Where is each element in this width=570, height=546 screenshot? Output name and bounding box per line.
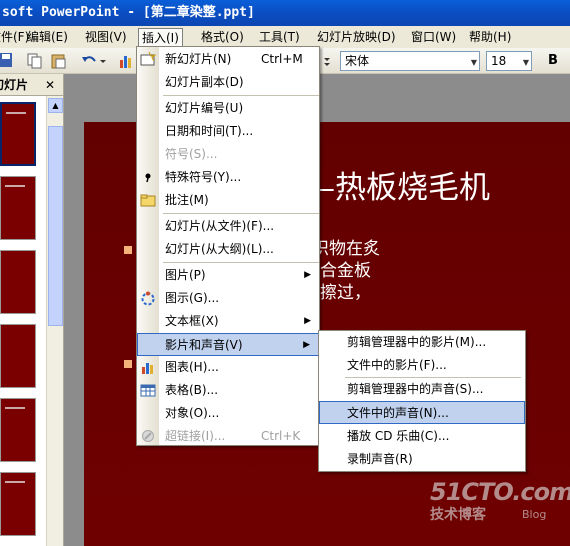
slide-text-line[interactable]: 擦过， [320, 282, 371, 304]
window-title: soft PowerPoint - [第二章染整.ppt] [2, 5, 255, 20]
menu-tools[interactable]: 工具(T) [256, 28, 303, 47]
tab-slides[interactable]: 幻灯片 [0, 74, 28, 96]
thumbnail-scrollbar[interactable]: ▲ [46, 96, 63, 546]
menu-item-symbol: 符号(S)... [165, 147, 218, 161]
font-name-value: 宋体 [345, 54, 370, 68]
menu-item-duplicate-slide[interactable]: 幻灯片副本(D) [137, 71, 319, 94]
menu-bar: 文件(F) 编辑(E) 视图(V) 插入(I) 格式(O) 工具(T) 幻灯片放… [0, 26, 570, 48]
slides-panel: 幻灯片 ✕ ▲ [0, 74, 64, 546]
font-size-value: 18 [491, 54, 507, 68]
bold-button[interactable]: B [544, 52, 562, 70]
slide-thumbnail[interactable] [0, 324, 36, 388]
menu-item-slide-number[interactable]: 幻灯片编号(U) [137, 97, 319, 120]
menu-item-play-cd[interactable]: 播放 CD 乐曲(C)... [319, 425, 525, 448]
slide-thumbnail[interactable] [0, 472, 36, 536]
submenu-arrow-icon: ▶ [304, 270, 311, 280]
menu-view[interactable]: 视图(V) [82, 28, 130, 47]
hyperlink-icon [140, 429, 156, 444]
watermark-line1: 51CTO.com [430, 478, 570, 506]
menu-format[interactable]: 格式(O) [198, 28, 247, 47]
slide-thumbnail[interactable] [0, 250, 36, 314]
movies-and-sounds-submenu: 剪辑管理器中的影片(M)... 文件中的影片(F)... 剪辑管理器中的声音(S… [318, 330, 526, 472]
menu-separator [163, 262, 319, 263]
save-icon[interactable] [0, 52, 18, 70]
undo-icon[interactable] [80, 52, 98, 70]
menu-item-diagram[interactable]: 图示(G)... [137, 287, 319, 310]
font-size-select[interactable]: 18 ▼ [486, 51, 532, 71]
menu-item-clip-organizer-sounds[interactable]: 剪辑管理器中的声音(S)... [319, 378, 525, 401]
menu-item-text-box[interactable]: 文本框(X) ▶ [137, 310, 319, 333]
menu-item-hyperlink: 超链接(I)... Ctrl+K [137, 425, 319, 448]
new-slide-icon [140, 51, 157, 67]
watermark-line2: 技术博客 [430, 507, 486, 523]
toolbar-options-icon[interactable] [322, 52, 332, 70]
menu-edit[interactable]: 编辑(E) [24, 28, 71, 47]
menu-insert[interactable]: 插入(I) [138, 28, 183, 47]
special-symbol-icon [140, 170, 156, 185]
bullet-marker [124, 246, 132, 254]
menu-item-clip-organizer-movies[interactable]: 剪辑管理器中的影片(M)... [319, 331, 525, 354]
panel-tabs: 幻灯片 ✕ [0, 74, 63, 96]
comment-icon [140, 193, 156, 208]
bullet-marker [124, 360, 132, 368]
chevron-down-icon: ▼ [470, 58, 477, 67]
menu-help[interactable]: 帮助(H) [466, 28, 514, 47]
menu-item-date-time[interactable]: 日期和时间(T)... [137, 120, 319, 143]
menu-item-record-sound[interactable]: 录制声音(R) [319, 448, 525, 471]
diagram-icon [140, 291, 156, 306]
chevron-down-icon: ▼ [522, 58, 529, 67]
menu-item-picture[interactable]: 图片(P) ▶ [137, 264, 319, 287]
watermark-logo: 51CTO.com 技术博客 Blog [430, 478, 570, 524]
chart-toolbar-icon[interactable] [118, 52, 136, 70]
undo-dropdown-icon[interactable] [98, 52, 108, 70]
table-icon [140, 383, 156, 398]
menu-window[interactable]: 窗口(W) [408, 28, 459, 47]
slide-text-line[interactable]: 合金板 [320, 260, 371, 282]
menu-item-table[interactable]: 表格(B)... [137, 379, 319, 402]
thumbnail-list [0, 96, 46, 546]
slide-text-line[interactable]: 织物在炙 [312, 238, 380, 260]
watermark-line3: Blog [522, 508, 547, 521]
menu-item-movie-from-file[interactable]: 文件中的影片(F)... [319, 354, 525, 377]
copy-icon[interactable] [26, 52, 44, 70]
menu-slideshow[interactable]: 幻灯片放映(D) [314, 28, 399, 47]
menu-item-new-slide[interactable]: 新幻灯片(N) Ctrl+M [137, 48, 319, 71]
menu-item-chart[interactable]: 图表(H)... [137, 356, 319, 379]
submenu-arrow-icon: ▶ [304, 316, 311, 326]
scroll-thumb[interactable] [48, 126, 63, 326]
window-title-bar: soft PowerPoint - [第二章染整.ppt] [0, 0, 570, 26]
menu-item-object[interactable]: 对象(O)... [137, 402, 319, 425]
slide-thumbnail[interactable] [0, 398, 36, 462]
menu-separator [163, 213, 319, 214]
scroll-up-icon[interactable]: ▲ [48, 98, 63, 113]
menu-item-special-symbol[interactable]: 特殊符号(Y)... [137, 166, 319, 189]
insert-menu: 新幻灯片(N) Ctrl+M 幻灯片副本(D) 幻灯片编号(U) 日期和时间(T… [136, 46, 320, 446]
slide-thumbnail[interactable] [0, 102, 36, 166]
menu-separator [163, 95, 319, 96]
menu-item-comment[interactable]: 批注(M) [137, 189, 319, 212]
paste-icon[interactable] [50, 52, 68, 70]
chart-icon [140, 360, 156, 375]
menu-item-slides-from-outline[interactable]: 幻灯片(从大纲)(L)... [137, 238, 319, 261]
menu-item-movies-and-sounds[interactable]: 影片和声音(V) ▶ [137, 333, 319, 356]
menu-item-sound-from-file[interactable]: 文件中的声音(N)... [319, 401, 525, 424]
font-name-select[interactable]: 宋体 ▼ [340, 51, 480, 71]
slide-thumbnail[interactable] [0, 176, 36, 240]
slide-title[interactable]: —热板烧毛机 [304, 162, 490, 207]
menu-item-slides-from-file[interactable]: 幻灯片(从文件)(F)... [137, 215, 319, 238]
close-icon[interactable]: ✕ [45, 74, 55, 96]
submenu-arrow-icon: ▶ [303, 340, 310, 350]
